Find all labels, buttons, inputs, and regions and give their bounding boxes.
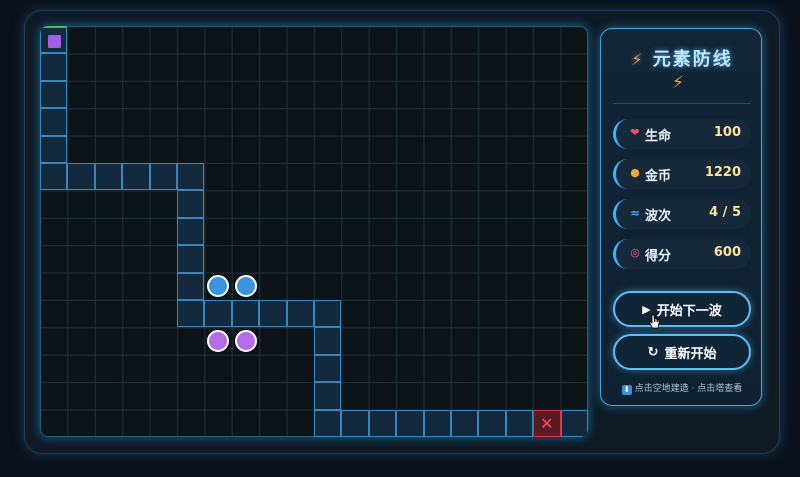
- game-title-text: 元素防线: [652, 49, 733, 70]
- stat-gold: ● 金币 1220: [613, 159, 751, 189]
- stat-value: 4 / 5: [709, 205, 741, 220]
- stat-label: 得分: [645, 249, 672, 264]
- restart-icon: ↻: [647, 344, 659, 360]
- path-cell: [314, 409, 342, 437]
- path-cell: [177, 272, 205, 300]
- path-cell: [40, 80, 68, 109]
- path-cell: [478, 409, 506, 437]
- lightning-bolt-icon: ⚡: [631, 50, 645, 69]
- next-wave-label: 开始下一波: [656, 303, 722, 319]
- path-cell: [314, 354, 342, 383]
- path-cell: [40, 163, 68, 191]
- path-cell: [94, 163, 123, 191]
- stat-value: 600: [713, 245, 741, 260]
- stat-value: 100: [713, 125, 741, 140]
- wave-icon: ≈: [629, 206, 641, 220]
- path-cell: [314, 300, 342, 328]
- stat-label: 波次: [645, 209, 672, 224]
- arcane-tower[interactable]: [234, 330, 257, 353]
- stat-value: 1220: [704, 165, 741, 180]
- path-cell: [451, 409, 479, 437]
- info-icon: ⬇: [621, 385, 632, 395]
- path-cell: [40, 135, 68, 163]
- stat-label: 金币: [645, 169, 672, 184]
- hand-cursor-icon: [649, 314, 660, 329]
- path-cell: [231, 300, 260, 328]
- path-cell: [177, 217, 205, 246]
- game-board[interactable]: ✕: [40, 26, 588, 437]
- path-cell: [368, 409, 397, 437]
- restart-button[interactable]: ↻ 重新开始: [613, 334, 751, 370]
- lightning-bolt-icon: ⚡: [672, 73, 684, 93]
- path-cell: [122, 163, 150, 191]
- enemy-base-cell: ✕: [533, 409, 561, 437]
- restart-label: 重新开始: [664, 346, 717, 362]
- path-cell: [423, 409, 451, 437]
- path-cell: [314, 327, 342, 355]
- spawn-marker: [48, 35, 61, 48]
- path-cell: [341, 409, 369, 437]
- path-cell: [286, 300, 314, 328]
- path-cell: [149, 163, 177, 191]
- next-wave-button[interactable]: ▶ 开始下一波: [613, 291, 751, 327]
- stat-score: ◎ 得分 600: [613, 239, 751, 269]
- stat-lives: ❤ 生命 100: [613, 119, 751, 149]
- water-tower[interactable]: [207, 275, 230, 298]
- stat-wave: ≈ 波次 4 / 5: [613, 199, 751, 229]
- path-cell: [40, 108, 68, 136]
- path-cell: [177, 163, 205, 191]
- path-cell: [314, 382, 342, 410]
- path-cell: [40, 53, 68, 81]
- hint-text: ⬇ 点击空地建造 · 点击塔查看: [601, 381, 763, 395]
- path-cell: [396, 409, 424, 437]
- arcane-tower[interactable]: [207, 330, 230, 353]
- path-cell: [259, 300, 287, 328]
- target-icon: ◎: [630, 246, 640, 259]
- path-cell: [204, 300, 232, 328]
- divider: [613, 103, 751, 104]
- coin-icon: ●: [630, 166, 640, 179]
- stat-label: 生命: [645, 129, 672, 144]
- heart-icon: ❤: [630, 126, 640, 139]
- hint-label: 点击空地建造 · 点击塔查看: [634, 384, 743, 394]
- side-panel: ⚡ 元素防线 ⚡ ❤ 生命 100 ● 金币 1220 ≈ 波次 4 / 5 ◎…: [600, 28, 762, 406]
- path-cell: [177, 245, 205, 273]
- water-tower[interactable]: [234, 275, 257, 298]
- path-cell: [67, 163, 95, 191]
- game-title: ⚡ 元素防线: [601, 45, 763, 71]
- path-cell: [560, 409, 588, 437]
- path-cell: [177, 300, 205, 328]
- path-cell: [177, 190, 205, 218]
- path-cell: [505, 409, 534, 437]
- spawn-cell: [40, 26, 68, 54]
